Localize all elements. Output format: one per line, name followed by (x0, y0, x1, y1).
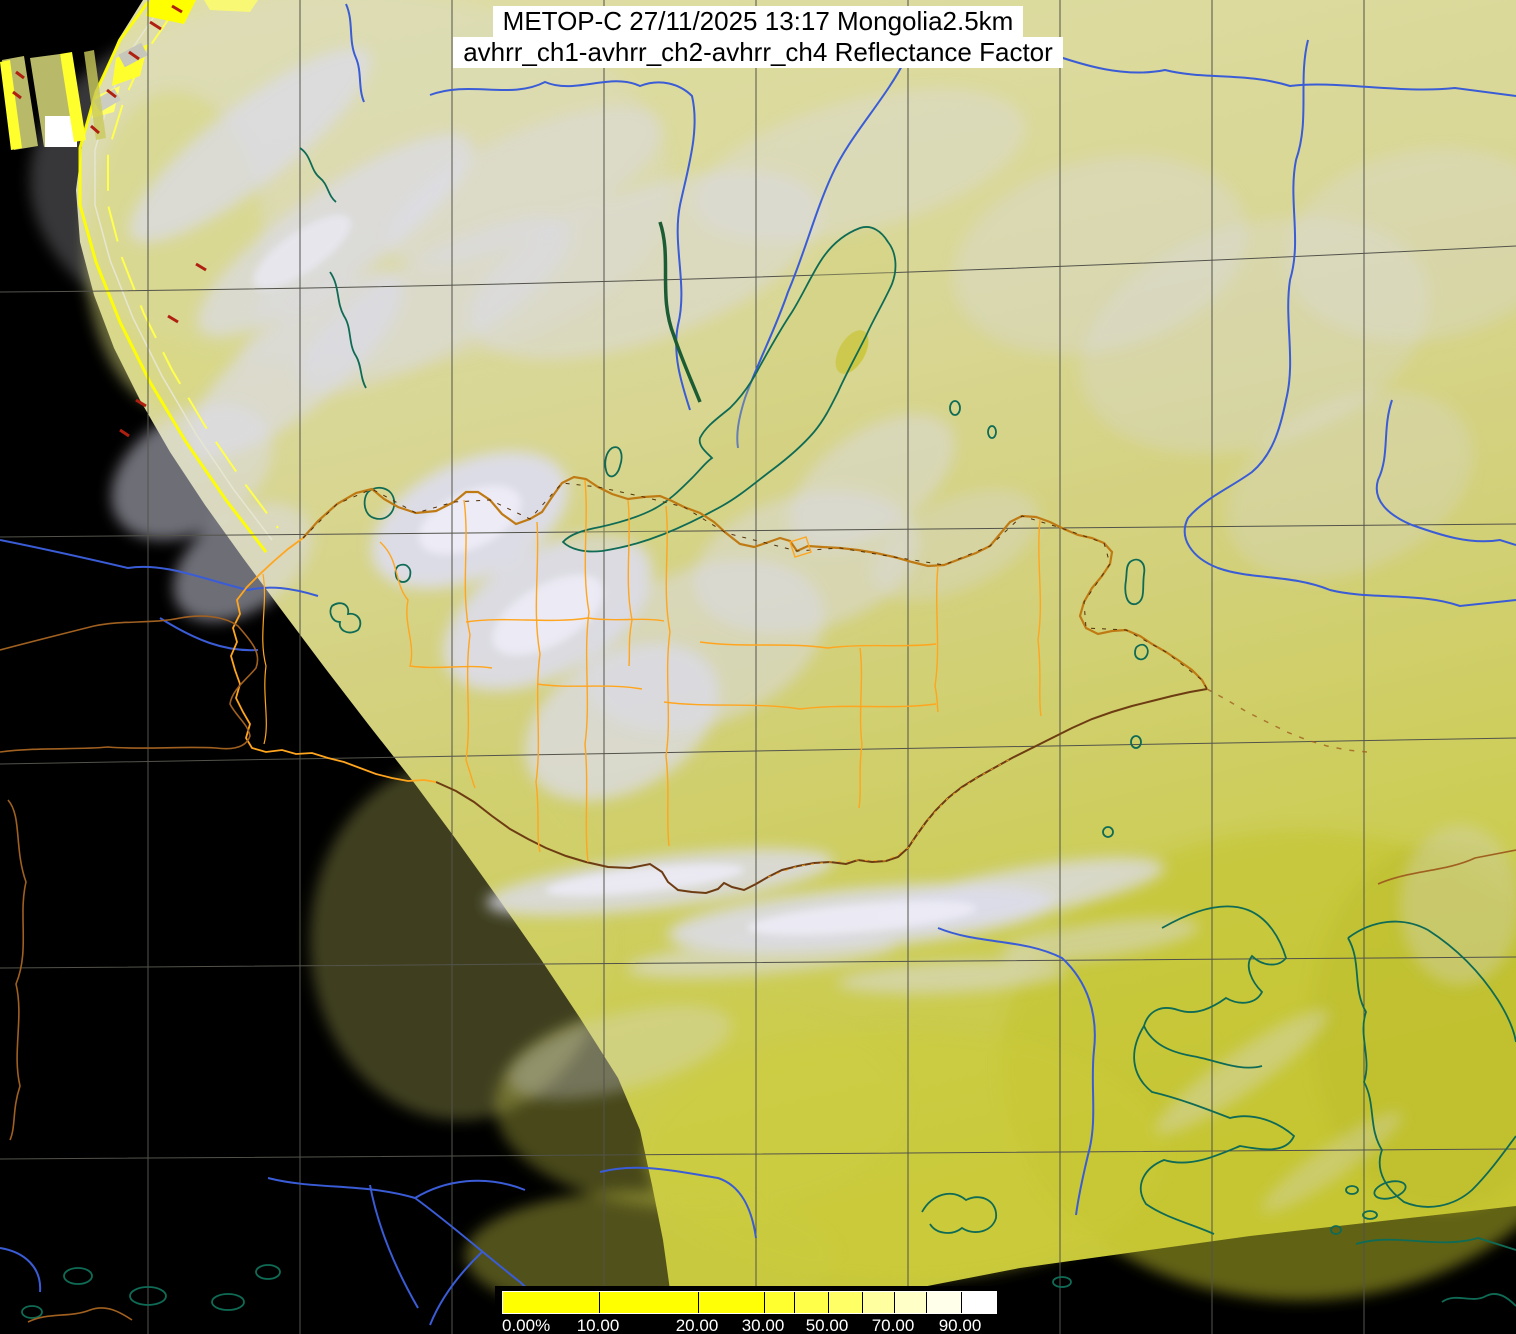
colorbar-tick (794, 1292, 795, 1313)
colorbar-tick (862, 1292, 863, 1313)
colorbar-label: 10.00 (576, 1316, 620, 1334)
colorbar-tick (698, 1292, 699, 1313)
colorbar-tick (599, 1292, 600, 1313)
colorbar-bar (502, 1291, 997, 1314)
colorbar-panel: 0.00% 10.00 20.00 30.00 50.00 70.00 90.00 (495, 1286, 1022, 1334)
colorbar-tick (828, 1292, 829, 1313)
colorbar-tick (961, 1292, 962, 1313)
colorbar-label: 20.00 (675, 1316, 719, 1334)
colorbar-segment (926, 1292, 961, 1313)
colorbar-label: 50.00 (805, 1316, 849, 1334)
colorbar-segment (503, 1292, 599, 1313)
colorbar-segment (599, 1292, 698, 1313)
colorbar-label: 30.00 (741, 1316, 785, 1334)
colorbar-segment (894, 1292, 926, 1313)
colorbar-segment (961, 1292, 996, 1313)
satellite-map (0, 0, 1516, 1334)
colorbar-label: 70.00 (871, 1316, 915, 1334)
colorbar-segment (698, 1292, 764, 1313)
title-line-2: avhrr_ch1-avhrr_ch2-avhrr_ch4 Reflectanc… (453, 37, 1063, 68)
colorbar-label: 90.00 (938, 1316, 982, 1334)
colorbar-segment (862, 1292, 894, 1313)
colorbar-segment (764, 1292, 794, 1313)
colorbar-segment (828, 1292, 862, 1313)
colorbar-label: 0.00% (502, 1316, 551, 1334)
title-block: METOP-C 27/11/2025 13:17 Mongolia2.5km a… (0, 6, 1516, 68)
title-line-1: METOP-C 27/11/2025 13:17 Mongolia2.5km (492, 6, 1024, 37)
colorbar-tick (926, 1292, 927, 1313)
satellite-image-viewport: METOP-C 27/11/2025 13:17 Mongolia2.5km a… (0, 0, 1516, 1334)
colorbar-tick (764, 1292, 765, 1313)
colorbar-tick (894, 1292, 895, 1313)
colorbar-segment (794, 1292, 828, 1313)
